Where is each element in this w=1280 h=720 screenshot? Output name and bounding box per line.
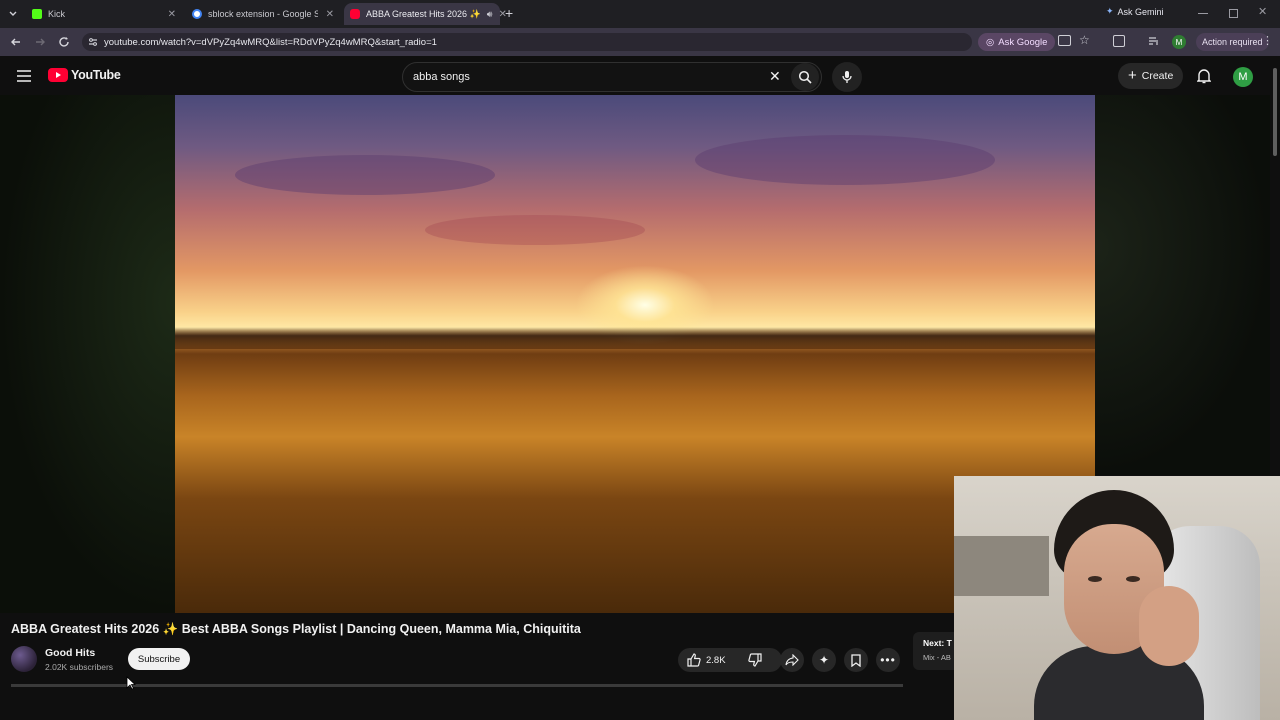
sparkle-icon: ✦ [818,653,830,667]
search-input[interactable]: abba songs [402,62,822,92]
tab-search-chevron-icon[interactable] [6,7,20,21]
channel-avatar[interactable] [11,646,37,672]
youtube-logo[interactable]: YouTube [48,68,121,82]
install-app-icon[interactable] [1058,35,1071,46]
account-avatar[interactable]: M [1233,67,1253,87]
webcam-overlay [954,476,1280,720]
google-favicon-icon [192,9,202,19]
reload-icon[interactable] [57,35,71,49]
ask-google-button[interactable]: ◎ Ask Google [978,33,1056,51]
next-video-label: Next: T [923,638,952,648]
ask-gemini-label: Ask Gemini [1117,6,1164,17]
browser-menu-icon[interactable]: ⋮ [1262,34,1273,47]
close-window-icon[interactable]: ✕ [1258,5,1267,18]
subscriber-count: 2.02K subscribers [45,662,114,672]
video-cloud [235,155,495,195]
webcam-hand [1139,586,1199,666]
media-controls-icon[interactable] [1148,35,1160,47]
browser-tab-strip: Kick ✕ sblock extension - Google Search … [0,0,1280,28]
next-video-sublabel: Mix - AB [923,653,951,662]
ambient-glow-right [1095,95,1270,475]
more-horizontal-icon: ••• [880,653,896,667]
audio-playing-icon[interactable]: 🔊︎ [487,9,493,20]
address-bar[interactable]: youtube.com/watch?v=dVPyZq4wMRQ&list=RDd… [82,33,972,51]
clear-search-icon[interactable]: ✕ [769,68,781,85]
share-arrow-icon [785,654,799,666]
forward-arrow-icon[interactable] [33,35,47,49]
channel-name[interactable]: Good Hits [45,647,95,659]
like-button[interactable]: 2.8K [682,648,726,672]
gemini-sparkle-icon: ✦ [1106,6,1114,16]
search-icon [798,70,812,84]
next-video-card[interactable]: Next: T Mix - AB [913,632,955,670]
ask-ai-button[interactable]: ✦ [812,648,836,672]
plus-icon: + [1128,67,1137,84]
ask-gemini-button[interactable]: ✦ Ask Gemini [1106,6,1164,17]
subscribe-button[interactable]: Subscribe [128,648,190,670]
voice-search-button[interactable] [832,62,862,92]
extensions-puzzle-icon[interactable] [1113,35,1125,47]
tab-kick[interactable]: Kick ✕ [26,3,182,25]
ask-google-label: Ask Google [998,36,1048,48]
tab-youtube-active[interactable]: ABBA Greatest Hits 2026 ✨ 🔊︎ ✕ [344,3,507,25]
share-button[interactable] [780,648,804,672]
video-treeline [175,327,1095,349]
kick-favicon-icon [32,9,42,19]
back-arrow-icon[interactable] [9,35,23,49]
tab-label: ABBA Greatest Hits 2026 ✨ [366,8,481,19]
action-required-button[interactable]: Action required [1196,33,1269,51]
bookmark-star-icon[interactable]: ☆ [1079,33,1090,47]
thumbs-up-icon [687,653,701,667]
search-button[interactable] [791,63,819,91]
tab-close-icon[interactable]: ✕ [326,9,334,20]
dislike-button[interactable] [743,648,767,672]
tab-label: sblock extension - Google Search [208,9,318,19]
google-lens-icon: ◎ [986,36,995,48]
mouse-cursor-icon [126,676,136,690]
webcam-eye [1126,576,1140,582]
action-required-label: Action required [1202,37,1263,47]
ambient-glow-left [0,95,175,613]
site-info-icon[interactable] [88,37,98,47]
youtube-favicon-icon [350,9,360,19]
tab-google-search[interactable]: sblock extension - Google Search ✕ [186,3,340,25]
like-count: 2.8K [706,654,726,666]
tab-label: Kick [48,9,66,19]
new-tab-button[interactable]: + [505,5,513,21]
video-cloud [695,135,995,185]
youtube-play-logo-icon [48,68,68,82]
bookmark-icon [851,653,861,667]
webcam-eye [1088,576,1102,582]
video-cloud [425,215,645,245]
page-divider [11,684,903,687]
tab-close-icon[interactable]: ✕ [168,9,176,20]
save-button[interactable] [844,648,868,672]
thumbs-down-icon [748,653,762,667]
url-text[interactable]: youtube.com/watch?v=dVPyZq4wMRQ&list=RDd… [104,37,437,48]
maximize-window-icon[interactable] [1229,9,1238,18]
youtube-logo-text: YouTube [71,68,121,82]
notifications-bell-icon[interactable] [1197,68,1211,84]
microphone-icon [841,70,853,84]
hamburger-menu-icon[interactable] [17,70,31,82]
scrollbar-thumb[interactable] [1273,68,1277,156]
video-title: ABBA Greatest Hits 2026 ✨ Best ABBA Song… [11,622,581,636]
page-scrollbar[interactable] [1270,56,1280,476]
create-button[interactable]: + Create [1118,63,1184,89]
webcam-desk [954,536,1049,596]
profile-avatar[interactable]: M [1172,35,1186,49]
search-query-text[interactable]: abba songs [413,71,470,83]
minimize-window-icon[interactable] [1198,13,1208,14]
create-label: Create [1141,70,1174,82]
more-actions-button[interactable]: ••• [876,648,900,672]
